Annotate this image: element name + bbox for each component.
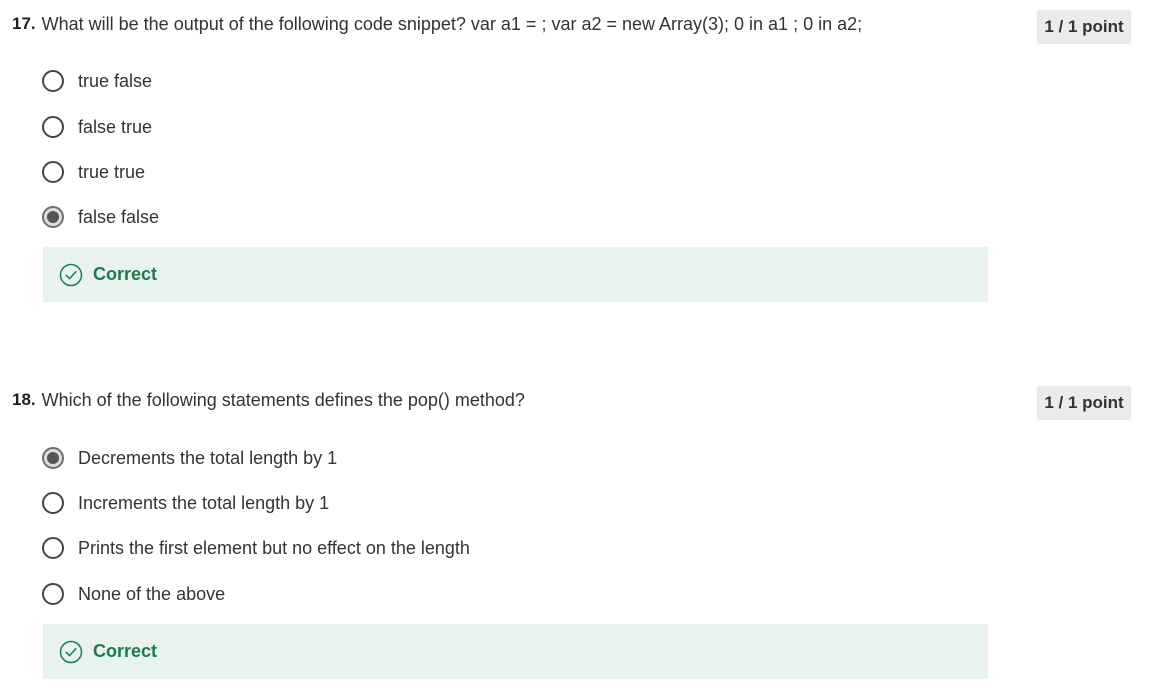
radio-button-selected[interactable] (42, 447, 64, 469)
question-header: 18. Which of the following statements de… (12, 385, 525, 415)
question-text: Which of the following statements define… (41, 389, 525, 410)
radio-dot (47, 211, 59, 223)
feedback-label: Correct (93, 264, 158, 284)
radio-button[interactable] (42, 116, 64, 138)
feedback-correct: Correct (43, 247, 988, 302)
check-circle-icon (59, 640, 83, 664)
option-true-false[interactable]: true false (42, 67, 152, 95)
option-label: true true (78, 161, 146, 182)
radio-dot (47, 452, 59, 464)
option-increments[interactable]: Increments the total length by 1 (42, 489, 329, 517)
option-false-true[interactable]: false true (42, 113, 152, 141)
option-label: Prints the first element but no effect o… (78, 537, 470, 558)
option-label: None of the above (78, 583, 226, 604)
option-true-true[interactable]: true true (42, 158, 145, 186)
question-number: 18. (12, 390, 36, 409)
option-label: false true (78, 116, 153, 137)
option-label: Decrements the total length by 1 (78, 447, 338, 468)
feedback-correct: Correct (43, 624, 988, 679)
option-prints-first[interactable]: Prints the first element but no effect o… (42, 534, 470, 562)
radio-button-selected[interactable] (42, 206, 64, 228)
points-badge: 1 / 1 point (1037, 10, 1131, 44)
radio-button[interactable] (42, 161, 64, 183)
option-false-false[interactable]: false false (42, 203, 159, 231)
radio-button[interactable] (42, 583, 64, 605)
option-label: true false (78, 70, 153, 91)
question-header: 17. What will be the output of the follo… (12, 9, 862, 39)
radio-button[interactable] (42, 70, 64, 92)
question-text: What will be the output of the following… (41, 13, 863, 34)
check-circle-icon (59, 263, 83, 287)
points-badge: 1 / 1 point (1037, 386, 1131, 420)
question-number: 17. (12, 14, 36, 33)
radio-button[interactable] (42, 492, 64, 514)
option-label: false false (78, 206, 160, 227)
option-label: Increments the total length by 1 (78, 492, 330, 513)
option-none[interactable]: None of the above (42, 580, 225, 608)
radio-button[interactable] (42, 537, 64, 559)
feedback-label: Correct (93, 641, 158, 661)
option-decrements[interactable]: Decrements the total length by 1 (42, 444, 337, 472)
